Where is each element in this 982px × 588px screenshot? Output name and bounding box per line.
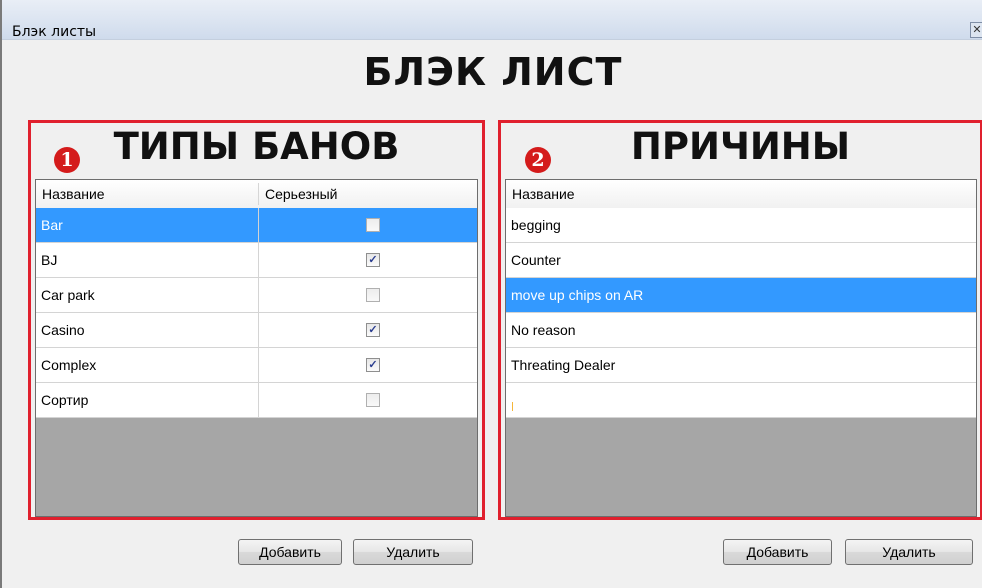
new-row[interactable] [506,383,976,418]
reasons-grid[interactable]: Название begging Counter move up chips on … [505,179,977,517]
close-icon[interactable]: ✕ [970,22,982,38]
table-row[interactable]: Casino ✓ [36,313,477,348]
table-row[interactable]: Car park [36,278,477,313]
page-title: БЛЭК ЛИСТ [363,50,623,94]
cell-divider [258,208,259,242]
add-reason-button[interactable]: Добавить [723,539,832,565]
serious-checkbox[interactable] [366,288,380,302]
ban-types-grid[interactable]: Название Серьезный Bar BJ ✓ Car park Casino ✓… [35,179,478,517]
cell-divider [258,278,259,312]
grid-header: Название [506,180,976,209]
ban-type-name-cell[interactable]: Casino [36,313,258,347]
table-row[interactable]: Threating Dealer [506,348,976,383]
table-row[interactable]: No reason [506,313,976,348]
ban-type-name-cell[interactable]: Complex [36,348,258,382]
cell-divider [258,383,259,417]
reason-name-cell[interactable]: No reason [506,313,976,347]
ban-type-name-cell[interactable]: Bar [36,208,258,242]
serious-checkbox[interactable] [366,393,380,407]
cell-divider [258,348,259,382]
serious-checkbox[interactable]: ✓ [366,253,380,267]
ban-types-title: ТИПЫ БАНОВ [113,125,400,168]
reason-name-cell[interactable]: Threating Dealer [506,348,976,382]
reason-name-cell[interactable]: Counter [506,243,976,277]
column-header-serious[interactable]: Серьезный [259,180,477,208]
title-bar[interactable]: Блэк листы ✕ [2,0,982,40]
add-ban-type-button[interactable]: Добавить [238,539,342,565]
text-cursor-icon [512,402,513,411]
callout-badge-2: 2 [525,147,551,173]
table-row[interactable]: BJ ✓ [36,243,477,278]
callout-badge-1: 1 [54,147,80,173]
serious-checkbox[interactable] [366,218,380,232]
serious-checkbox[interactable]: ✓ [366,358,380,372]
checkmark-icon: ✓ [368,359,378,371]
table-row[interactable]: Counter [506,243,976,278]
blacklist-window: Блэк листы ✕ БЛЭК ЛИСТ ТИПЫ БАНОВ 1 Назв… [0,0,982,588]
ban-types-panel: ТИПЫ БАНОВ 1 Название Серьезный Bar BJ ✓ Ca… [28,120,485,520]
column-header-name[interactable]: Название [506,180,976,208]
ban-type-name-cell[interactable]: BJ [36,243,258,277]
table-row[interactable]: begging [506,208,976,243]
serious-checkbox[interactable]: ✓ [366,323,380,337]
ban-type-name-cell[interactable]: Car park [36,278,258,312]
window-title: Блэк листы [12,24,97,40]
cell-divider [258,243,259,277]
checkmark-icon: ✓ [368,254,378,266]
delete-reason-button[interactable]: Удалить [845,539,973,565]
table-row[interactable]: Сортир [36,383,477,418]
column-header-name[interactable]: Название [36,180,258,208]
reasons-title: ПРИЧИНЫ [630,125,851,168]
table-row[interactable]: Bar [36,208,477,243]
cell-divider [258,313,259,347]
table-row[interactable]: Complex ✓ [36,348,477,383]
reason-name-cell[interactable]: move up chips on AR [506,278,976,312]
reasons-panel: ПРИЧИНЫ 2 Название begging Counter move up… [498,120,982,520]
grid-header: Название Серьезный [36,180,477,209]
ban-type-name-cell[interactable]: Сортир [36,383,258,417]
reason-name-cell[interactable] [506,383,976,417]
delete-ban-type-button[interactable]: Удалить [353,539,473,565]
reason-name-cell[interactable]: begging [506,208,976,242]
checkmark-icon: ✓ [368,324,378,336]
table-row[interactable]: move up chips on AR [506,278,976,313]
